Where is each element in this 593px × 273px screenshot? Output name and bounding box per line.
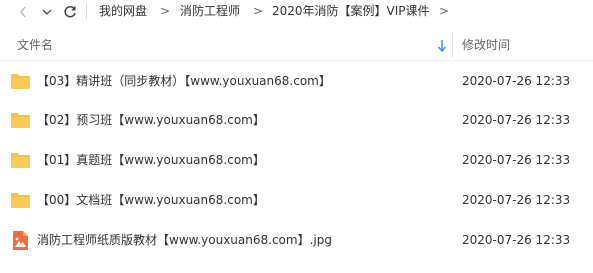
image-file-icon [13, 231, 28, 250]
file-row[interactable]: 【03】精讲班（同步教材）【www.youxuan68.com】 2020-07… [0, 62, 593, 100]
refresh-icon [64, 5, 76, 18]
file-row[interactable]: 【00】文档班【www.youxuan68.com】 2020-07-26 12… [0, 181, 593, 219]
file-modified-date: 2020-07-26 12:33 [462, 113, 571, 127]
navigation-bar: 我的网盘 > 消防工程师 > 2020年消防【案例】VIP课件 > [0, 0, 593, 25]
chevron-down-icon [42, 9, 52, 15]
column-divider[interactable] [452, 32, 453, 58]
folder-icon [11, 153, 30, 168]
breadcrumb-separator: > [253, 4, 264, 18]
history-dropdown-button[interactable] [38, 2, 56, 22]
file-name[interactable]: 【02】预习班【www.youxuan68.com】 [37, 113, 265, 127]
file-name[interactable]: 消防工程师纸质版教材【www.youxuan68.com】.jpg [37, 233, 332, 247]
breadcrumb-my-drive[interactable]: 我的网盘 [99, 4, 147, 18]
file-name[interactable]: 【01】真题班【www.youxuan68.com】 [37, 153, 265, 167]
file-modified-date: 2020-07-26 12:33 [462, 74, 571, 88]
breadcrumb-fire-engineer[interactable]: 消防工程师 [180, 4, 240, 18]
folder-icon [11, 74, 30, 89]
file-row[interactable]: 【01】真题班【www.youxuan68.com】 2020-07-26 12… [0, 141, 593, 179]
column-header-modified[interactable]: 修改时间 [462, 38, 510, 52]
file-modified-date: 2020-07-26 12:33 [462, 193, 571, 207]
breadcrumb-separator: > [439, 4, 450, 18]
file-modified-date: 2020-07-26 12:33 [462, 153, 571, 167]
file-browser: 我的网盘 > 消防工程师 > 2020年消防【案例】VIP课件 > 文件名 修改… [0, 0, 593, 273]
file-modified-date: 2020-07-26 12:33 [462, 233, 571, 247]
back-button[interactable] [14, 2, 32, 22]
folder-icon [11, 113, 30, 128]
chevron-left-icon [20, 6, 26, 18]
column-header: 文件名 修改时间 [0, 30, 593, 61]
column-header-name[interactable]: 文件名 [17, 38, 53, 52]
file-name[interactable]: 【03】精讲班（同步教材）【www.youxuan68.com】 [37, 74, 331, 88]
breadcrumb-separator: > [160, 4, 171, 18]
sort-down-arrow-icon[interactable] [437, 39, 447, 53]
folder-icon [11, 193, 30, 208]
file-row[interactable]: 消防工程师纸质版教材【www.youxuan68.com】.jpg 2020-0… [0, 221, 593, 259]
breadcrumb-current-folder[interactable]: 2020年消防【案例】VIP课件 [272, 4, 430, 18]
refresh-button[interactable] [60, 2, 80, 22]
nav-divider [86, 4, 87, 19]
file-name[interactable]: 【00】文档班【www.youxuan68.com】 [37, 193, 265, 207]
file-row[interactable]: 【02】预习班【www.youxuan68.com】 2020-07-26 12… [0, 101, 593, 139]
